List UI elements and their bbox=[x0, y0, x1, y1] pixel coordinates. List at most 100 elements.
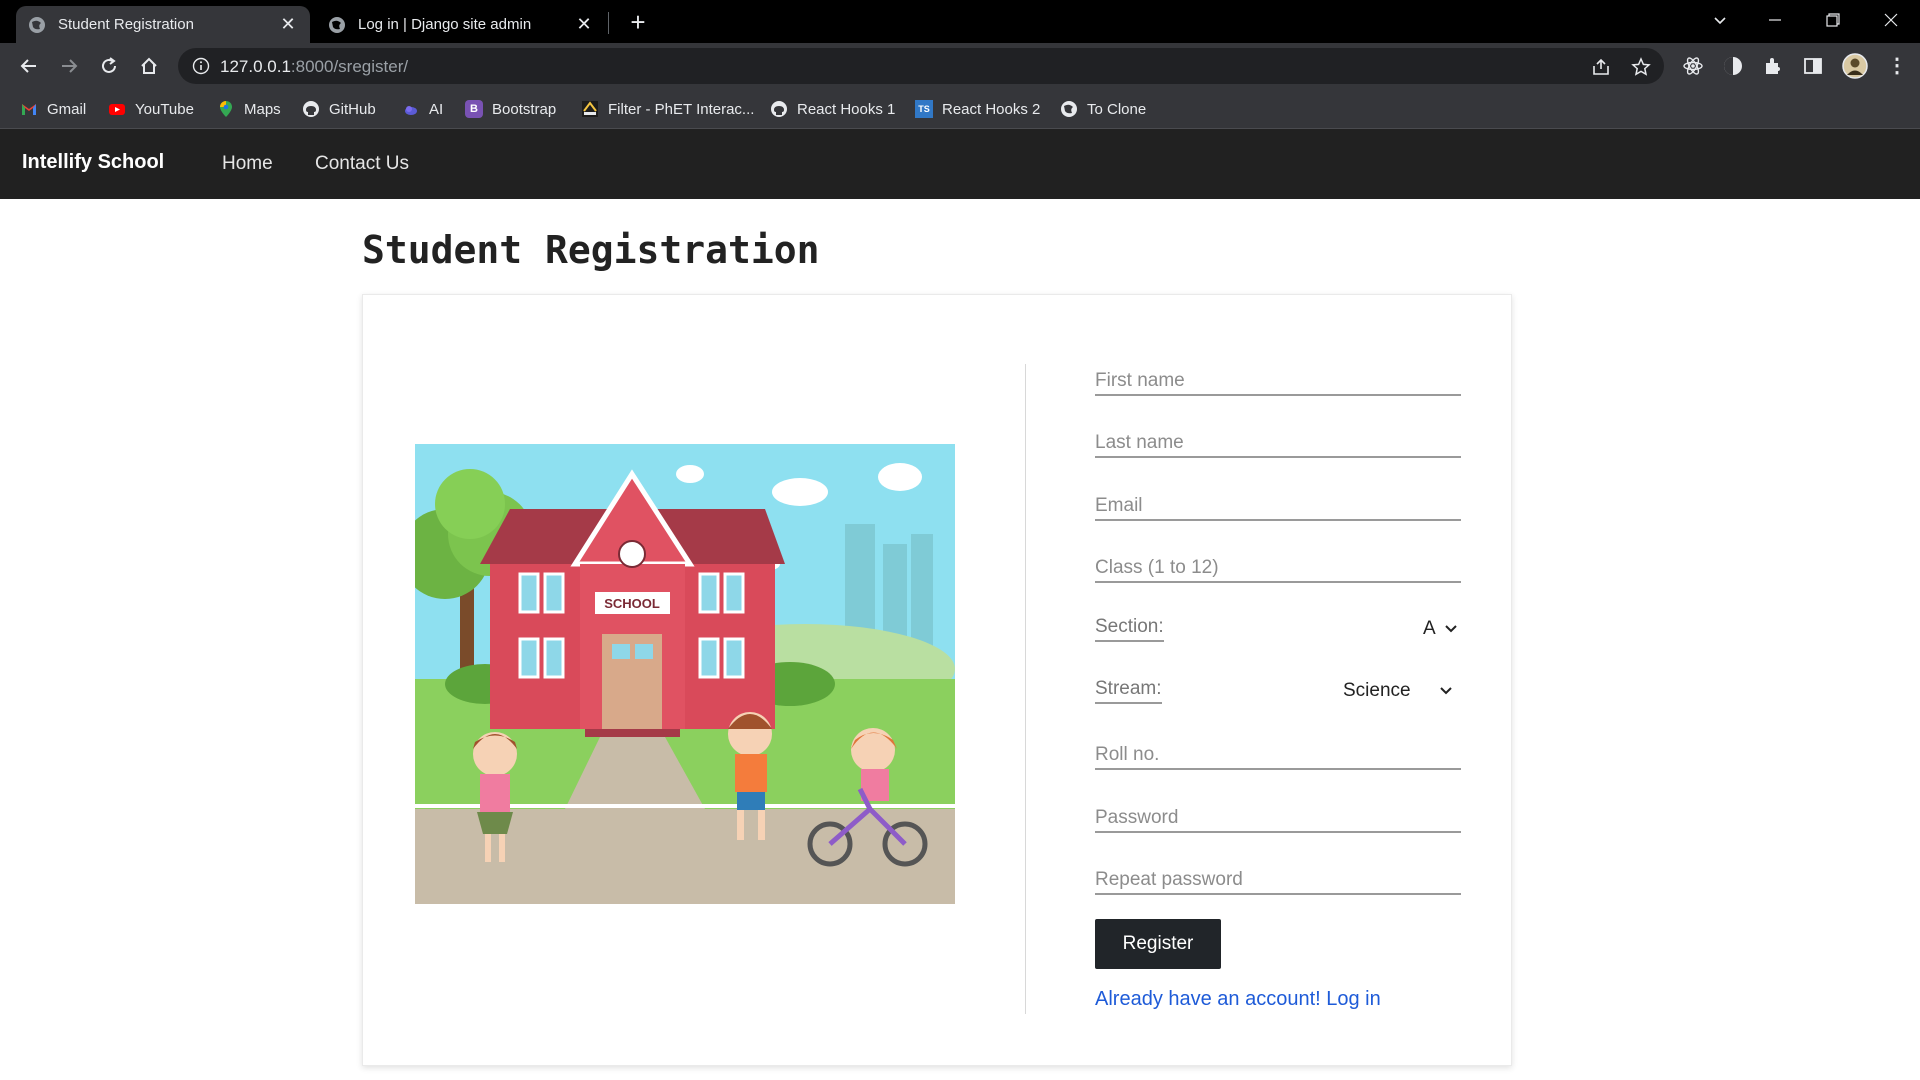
tab-title: Student Registration bbox=[58, 16, 194, 33]
tab-title: Log in | Django site admin bbox=[358, 16, 532, 33]
section-select[interactable]: A bbox=[1423, 618, 1458, 640]
stream-select-row: Stream: Science bbox=[1095, 676, 1461, 712]
last-name-field[interactable] bbox=[1095, 424, 1461, 458]
back-arrow-icon bbox=[20, 59, 36, 73]
kebab-menu-icon[interactable]: ⋮ bbox=[1886, 53, 1908, 77]
new-tab-button[interactable]: + bbox=[622, 6, 654, 38]
url-text[interactable]: 127.0.0.1:8000/sregister/ bbox=[220, 57, 408, 77]
repeat-password-field[interactable] bbox=[1095, 861, 1461, 895]
school-illustration: SCHOOL bbox=[415, 444, 955, 904]
url-host: 127.0.0.1 bbox=[220, 57, 291, 76]
youtube-icon bbox=[109, 104, 125, 115]
globe-icon bbox=[29, 16, 45, 33]
roll-no-field[interactable] bbox=[1095, 736, 1461, 770]
typescript-icon: TS bbox=[915, 100, 933, 118]
forward-arrow-icon bbox=[62, 59, 78, 73]
reload-button[interactable] bbox=[93, 50, 125, 82]
back-button[interactable] bbox=[13, 50, 45, 82]
ai-icon bbox=[405, 106, 417, 115]
globe-icon bbox=[329, 16, 345, 33]
close-icon[interactable]: ✕ bbox=[278, 14, 298, 35]
stream-value: Science bbox=[1343, 680, 1411, 701]
bootstrap-icon: B bbox=[465, 100, 483, 118]
maps-icon bbox=[220, 101, 232, 117]
bookmark-label: Bootstrap bbox=[492, 100, 557, 118]
bookmark-bootstrap[interactable]: B Bootstrap bbox=[465, 99, 556, 119]
tab-student-registration[interactable]: Student Registration ✕ bbox=[16, 6, 310, 43]
gmail-icon bbox=[22, 104, 36, 115]
dark-reader-icon[interactable] bbox=[1722, 55, 1744, 77]
forward-button[interactable] bbox=[53, 50, 85, 82]
password-field[interactable] bbox=[1095, 799, 1461, 833]
section-value: A bbox=[1423, 618, 1436, 639]
browser-toolbar: 127.0.0.1:8000/sregister/ ⋮ bbox=[0, 43, 1920, 89]
register-button[interactable]: Register bbox=[1095, 919, 1221, 969]
close-icon[interactable]: ✕ bbox=[574, 14, 594, 35]
tab-search-icon[interactable] bbox=[1691, 0, 1749, 40]
site-navbar: Intellify School Home Contact Us bbox=[0, 129, 1920, 199]
home-icon bbox=[141, 57, 157, 74]
bookmark-label: To Clone bbox=[1087, 100, 1147, 118]
bookmark-label: YouTube bbox=[135, 100, 194, 118]
first-name-field[interactable] bbox=[1095, 362, 1461, 396]
nav-home[interactable]: Home bbox=[222, 153, 273, 175]
home-button[interactable] bbox=[133, 50, 165, 82]
chevron-down-icon bbox=[1444, 625, 1457, 633]
class-input[interactable] bbox=[1095, 549, 1461, 581]
chevron-down-icon bbox=[1439, 687, 1452, 695]
nav-contact-us[interactable]: Contact Us bbox=[315, 153, 409, 175]
section-select-row: Section: A bbox=[1095, 614, 1461, 650]
bookmark-phet[interactable]: Filter - PhET Interac... bbox=[581, 99, 754, 119]
info-icon[interactable] bbox=[192, 57, 210, 75]
bookmark-react-hooks-2[interactable]: TS React Hooks 2 bbox=[915, 99, 1040, 119]
school-sign: SCHOOL bbox=[604, 596, 660, 611]
tab-django-admin[interactable]: Log in | Django site admin ✕ bbox=[316, 6, 606, 43]
brand-logo[interactable]: Intellify School bbox=[22, 151, 164, 174]
github-icon bbox=[303, 101, 319, 117]
email-field[interactable] bbox=[1095, 487, 1461, 521]
address-bar[interactable]: 127.0.0.1:8000/sregister/ bbox=[178, 48, 1664, 84]
bookmark-to-clone[interactable]: To Clone bbox=[1060, 99, 1146, 119]
avatar[interactable] bbox=[1842, 53, 1868, 79]
bookmark-gmail[interactable]: Gmail bbox=[20, 99, 86, 119]
phet-icon bbox=[582, 101, 598, 117]
bookmark-label: AI bbox=[429, 100, 444, 118]
tab-separator bbox=[608, 12, 609, 34]
password-input[interactable] bbox=[1095, 799, 1461, 831]
close-window-button[interactable] bbox=[1862, 0, 1920, 40]
last-name-input[interactable] bbox=[1095, 424, 1461, 456]
stream-select[interactable]: Science bbox=[1343, 680, 1453, 702]
extensions-icon[interactable] bbox=[1762, 55, 1784, 77]
share-icon[interactable] bbox=[1591, 57, 1611, 77]
login-link[interactable]: Already have an account! Log in bbox=[1095, 988, 1381, 1011]
section-label: Section: bbox=[1095, 616, 1164, 642]
bookmark-label: Maps bbox=[244, 100, 281, 118]
github-icon bbox=[771, 101, 787, 117]
bookmark-github[interactable]: GitHub bbox=[302, 99, 376, 119]
bookmark-label: GitHub bbox=[329, 100, 376, 118]
bookmark-react-hooks-1[interactable]: React Hooks 1 bbox=[770, 99, 895, 119]
restore-button[interactable] bbox=[1804, 0, 1862, 40]
bookmark-label: Filter - PhET Interac... bbox=[608, 100, 755, 118]
repeat-password-input[interactable] bbox=[1095, 861, 1461, 893]
star-icon[interactable] bbox=[1631, 57, 1651, 77]
bookmark-label: React Hooks 1 bbox=[797, 100, 896, 118]
url-path: :8000/sregister/ bbox=[290, 57, 409, 76]
stream-label: Stream: bbox=[1095, 678, 1162, 704]
roll-no-input[interactable] bbox=[1095, 736, 1461, 768]
bookmark-youtube[interactable]: YouTube bbox=[108, 99, 194, 119]
react-devtools-icon[interactable] bbox=[1682, 55, 1704, 77]
page-title: Student Registration bbox=[362, 228, 820, 272]
side-panel-icon[interactable] bbox=[1802, 55, 1824, 77]
browser-tab-bar: Student Registration ✕ Log in | Django s… bbox=[0, 0, 1920, 43]
email-input[interactable] bbox=[1095, 487, 1461, 519]
bookmarks-bar: Gmail YouTube Maps GitHub AI B Bootstrap… bbox=[0, 89, 1920, 129]
minimize-button[interactable] bbox=[1746, 0, 1804, 40]
class-field[interactable] bbox=[1095, 549, 1461, 583]
bookmark-label: React Hooks 2 bbox=[942, 100, 1041, 118]
reload-icon bbox=[102, 57, 116, 73]
card-divider bbox=[1025, 364, 1026, 1014]
bookmark-ai[interactable]: AI bbox=[402, 99, 443, 119]
bookmark-maps[interactable]: Maps bbox=[217, 99, 281, 119]
first-name-input[interactable] bbox=[1095, 362, 1461, 394]
